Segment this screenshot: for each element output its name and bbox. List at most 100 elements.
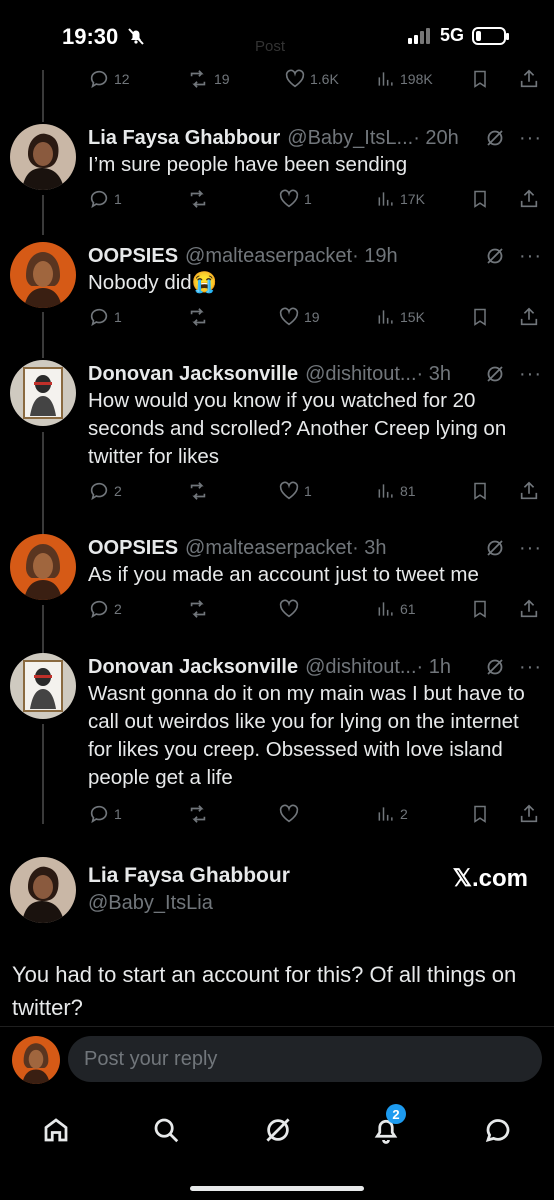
x-logo: 𝕏.com [452,865,528,892]
thread-line [42,724,44,824]
tweet-text: As if you made an account just to tweet … [88,563,479,586]
reply-button[interactable]: 12 [88,68,130,90]
author-name[interactable]: Donovan Jacksonville [88,656,298,679]
tweet-header: OOPSIES @malteaserpacket· 3h ··· [88,534,542,562]
reply-input[interactable] [68,1036,542,1082]
thread-line [42,195,44,235]
author-name[interactable]: OOPSIES [88,245,178,268]
reply-button[interactable]: 2 [88,598,122,620]
more-icon[interactable]: ··· [519,245,542,268]
grok-icon[interactable] [485,538,505,558]
quoted-text: You had to start an account for this? Of… [12,962,517,1020]
tweet-actions: 1 2 [88,803,540,827]
avatar[interactable] [10,653,76,719]
bookmark-button[interactable] [470,598,490,620]
reply-button[interactable]: 1 [88,188,122,210]
tweet-text: I’m sure people have been sending [88,153,408,176]
bookmark-button[interactable] [470,803,490,825]
search-icon[interactable] [146,1110,186,1150]
signal-icon [407,27,432,44]
repost-button[interactable] [186,803,214,825]
more-icon[interactable]: ··· [519,363,542,386]
repost-button[interactable] [186,598,214,620]
notifications-icon[interactable]: 2 [366,1104,406,1150]
home-indicator [190,1186,364,1191]
previous-post-actions: 12 19 1.6K 198K [88,68,540,92]
share-button[interactable] [518,480,540,502]
home-icon[interactable] [36,1110,76,1150]
thread-line [42,432,44,536]
quoted-avatar[interactable] [10,857,76,923]
notifications-badge: 2 [386,1104,406,1124]
avatar[interactable] [10,242,76,308]
like-button[interactable]: 19 [278,306,320,328]
more-icon[interactable]: ··· [519,537,542,560]
reply-button[interactable]: 1 [88,803,122,825]
like-button[interactable] [278,598,304,620]
share-button[interactable] [518,188,540,210]
author-name[interactable]: Lia Faysa Ghabbour [88,127,280,150]
header-title: Post [255,38,286,55]
tweet-header: Donovan Jacksonville @dishitout...· 3h ·… [88,360,542,388]
bookmark-button[interactable] [470,188,490,210]
bottom-nav: 2 [0,1100,554,1160]
repost-button[interactable] [186,480,214,502]
reply-button[interactable]: 1 [88,306,122,328]
thread-line [42,605,44,655]
share-button[interactable] [518,598,540,620]
tweet-actions: 1 19 15K [88,306,540,330]
thread-line [42,70,44,122]
like-button[interactable]: 1 [278,480,312,502]
views-button[interactable]: 61 [376,598,416,620]
views-button[interactable]: 81 [376,480,416,502]
battery-icon [472,26,509,45]
author-handle: @dishitout...· 3h [305,362,452,385]
thread-line [42,312,44,358]
quoted-author-handle[interactable]: @Baby_ItsLia [88,892,213,915]
avatar[interactable] [10,124,76,190]
bookmark-button[interactable] [470,480,490,502]
like-button[interactable]: 1.6K [284,68,339,90]
author-name[interactable]: Donovan Jacksonville [88,363,298,386]
author-handle: @malteaserpacket· 19h [185,244,398,267]
tweet-header: Donovan Jacksonville @dishitout...· 1h ·… [88,653,542,681]
share-button[interactable] [518,68,540,90]
share-button[interactable] [518,306,540,328]
grok-icon[interactable] [485,657,505,677]
my-avatar [12,1036,60,1084]
grok-icon[interactable] [485,364,505,384]
tweet-text: Nobody did😭 [88,271,218,294]
tweet-text: How would you know if you watched for 20… [88,389,507,468]
tweet-text: Wasnt gonna do it on my main was I but h… [88,682,525,789]
bookmark-button[interactable] [470,68,490,90]
avatar[interactable] [10,534,76,600]
author-handle: @Baby_ItsL...· 20h [287,126,459,149]
like-button[interactable] [278,803,304,825]
reply-button[interactable]: 2 [88,480,122,502]
views-button[interactable]: 2 [376,803,408,825]
avatar[interactable] [10,360,76,426]
more-icon[interactable]: ··· [519,656,542,679]
author-handle: @malteaserpacket· 3h [185,536,387,559]
tweet-header: OOPSIES @malteaserpacket· 19h ··· [88,242,542,270]
author-name[interactable]: OOPSIES [88,537,178,560]
like-button[interactable]: 1 [278,188,312,210]
tweet-header: Lia Faysa Ghabbour @Baby_ItsL...· 20h ··… [88,124,542,152]
network-type: 5G [439,25,464,45]
more-icon[interactable]: ··· [519,127,542,150]
views-button[interactable]: 15K [376,306,425,328]
grok-icon[interactable] [485,246,505,266]
grok-icon[interactable] [485,128,505,148]
repost-button[interactable]: 19 [186,68,230,90]
quoted-author-name[interactable]: Lia Faysa Ghabbour [88,864,290,888]
views-button[interactable]: 17K [376,188,425,210]
repost-button[interactable] [186,306,214,328]
views-button[interactable]: 198K [376,68,433,90]
status-right: 5G [407,25,509,46]
repost-button[interactable] [186,188,214,210]
share-button[interactable] [518,803,540,825]
grok-icon[interactable] [258,1110,298,1150]
bookmark-button[interactable] [470,306,490,328]
tweet-actions: 1 1 17K [88,188,540,212]
messages-icon[interactable] [478,1110,518,1150]
